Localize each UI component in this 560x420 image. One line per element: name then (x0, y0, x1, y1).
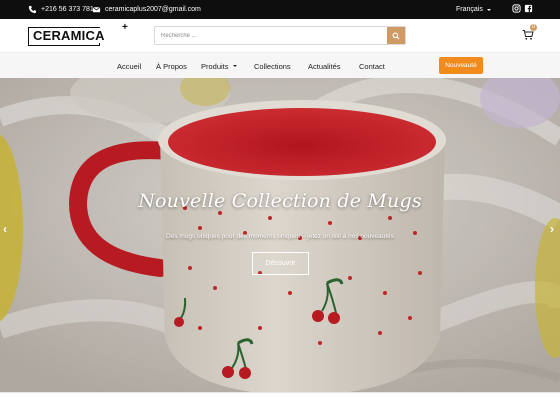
chevron-down-icon (232, 65, 237, 67)
nav-item-produits[interactable]: Produits (201, 53, 238, 79)
email-address: ceramicaplus2007@gmail.com (105, 6, 201, 13)
cart-count-badge: 0 (530, 24, 537, 31)
facebook-icon[interactable] (524, 4, 533, 13)
nav-label: À Propos (156, 61, 187, 71)
phone-contact[interactable]: +216 56 373 781 (28, 0, 94, 19)
top-bar: +216 56 373 781 ceramicaplus2007@gmail.c… (0, 0, 560, 19)
nav-label: Contact (359, 61, 385, 71)
site-header: CERAMICA + 0 (0, 19, 560, 52)
nav-label: Collections (254, 61, 291, 71)
instagram-icon[interactable] (512, 4, 521, 13)
chevron-down-icon (486, 8, 491, 11)
search-icon (392, 32, 400, 39)
ceramica-logo[interactable]: CERAMICA + (28, 22, 128, 47)
cart-button[interactable]: 0 (522, 24, 537, 42)
search-bar (154, 26, 406, 45)
nav-item-collections[interactable]: Collections (254, 53, 291, 79)
envelope-icon (92, 6, 101, 13)
nav-label: Produits (201, 61, 229, 71)
slider-prev-arrow[interactable]: ‹ (3, 222, 7, 236)
hero-subtitle: Des mugs uniques pour des moments unique… (166, 233, 394, 240)
nav-label: Accueil (117, 61, 142, 71)
slider-next-arrow[interactable]: › (550, 222, 554, 236)
nav-item-contact[interactable]: Contact (359, 53, 385, 79)
hero-title: Nouvelle Collection de Mugs (138, 190, 422, 212)
phone-number: +216 56 373 781 (41, 6, 94, 13)
nav-item-a-propos[interactable]: À Propos (156, 53, 187, 79)
nav-item-actualites[interactable]: Actualités (308, 53, 341, 79)
discover-button[interactable]: Découvrir (252, 252, 309, 275)
main-navigation: Accueil À Propos Produits Collections Ac… (0, 52, 560, 78)
language-selector[interactable]: Français (456, 0, 492, 19)
content-section (0, 392, 560, 420)
search-button[interactable] (387, 27, 405, 44)
email-contact[interactable]: ceramicaplus2007@gmail.com (92, 0, 201, 19)
nav-label: Actualités (308, 61, 341, 71)
language-label: Français (456, 6, 483, 13)
nouveaute-button[interactable]: Nouveauté (439, 57, 483, 74)
hero-slider: Nouvelle Collection de Mugs Des mugs uni… (0, 78, 560, 392)
search-input[interactable] (155, 27, 387, 44)
nav-item-accueil[interactable]: Accueil (117, 53, 141, 79)
phone-icon (28, 5, 37, 14)
logo-text: CERAMICA (32, 28, 106, 43)
logo-mark: + (122, 22, 128, 33)
social-links (512, 4, 533, 13)
